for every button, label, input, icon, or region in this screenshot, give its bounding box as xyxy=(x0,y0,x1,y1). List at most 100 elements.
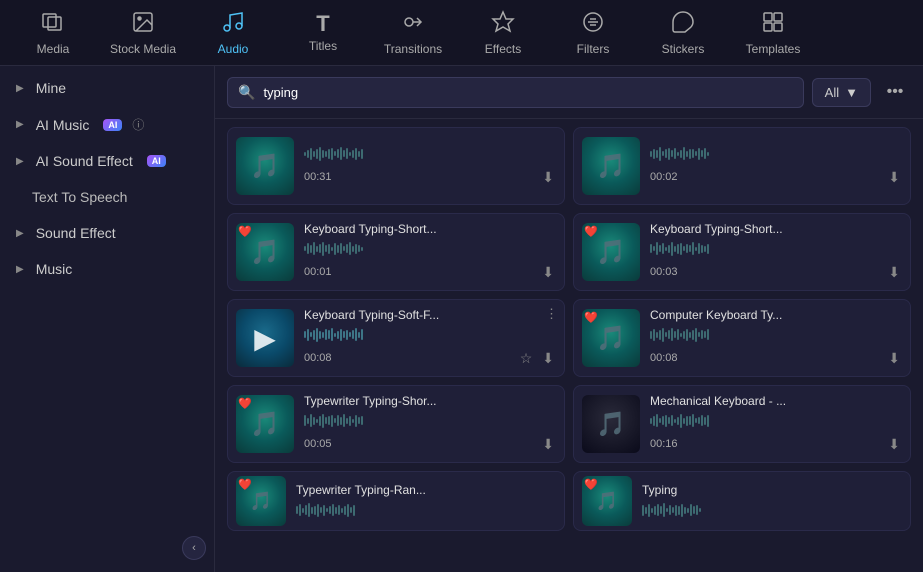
card5-star-btn[interactable]: ☆ xyxy=(518,348,535,369)
card4-music-icon: 🎵 xyxy=(596,238,626,267)
audio-card-3[interactable]: 🎵 ❤️ Keyboard Typing-Short... 00:01 ⬇ xyxy=(227,213,565,291)
sidebar-collapse-btn[interactable]: ‹ xyxy=(182,536,206,560)
nav-media[interactable]: Media xyxy=(8,0,98,66)
card3-duration: 00:01 xyxy=(304,266,332,278)
nav-filters[interactable]: Filters xyxy=(548,0,638,66)
stock-media-icon xyxy=(131,10,155,38)
card10-thumbnail: 🎵 ❤️ xyxy=(582,476,632,526)
sidebar-item-sound-effect[interactable]: ▶ Sound Effect xyxy=(0,215,214,251)
card3-fav-icon: ❤️ xyxy=(238,225,252,238)
nav-effects[interactable]: Effects xyxy=(458,0,548,66)
card7-actions: ⬇ xyxy=(540,434,556,455)
sound-effect-arrow-icon: ▶ xyxy=(16,228,24,239)
card8-thumbnail: 🎵 xyxy=(582,395,640,453)
card6-actions: ⬇ xyxy=(886,348,902,369)
card2-download-btn[interactable]: ⬇ xyxy=(886,167,902,188)
card10-info: Typing xyxy=(642,483,902,519)
sidebar-item-ai-music[interactable]: ▶ AI Music AI ⓘ xyxy=(0,106,214,143)
card8-download-btn[interactable]: ⬇ xyxy=(886,434,902,455)
card8-info: Mechanical Keyboard - ... 00:16 ⬇ xyxy=(650,394,902,455)
audio-card-2[interactable]: 🎵 00:02 ⬇ xyxy=(573,127,911,205)
titles-icon: T xyxy=(316,13,329,35)
card6-duration: 00:08 xyxy=(650,352,678,364)
card5-info: Keyboard Typing-Soft-F... 00:08 ☆ ⬇ xyxy=(304,308,556,369)
card3-title: Keyboard Typing-Short... xyxy=(304,222,556,236)
card6-music-icon: 🎵 xyxy=(596,324,626,353)
card2-footer: 00:02 ⬇ xyxy=(650,167,902,188)
sidebar: ▶ Mine ▶ AI Music AI ⓘ ▶ AI Sound Effect… xyxy=(0,66,215,572)
card8-title: Mechanical Keyboard - ... xyxy=(650,394,902,408)
sidebar-item-mine[interactable]: ▶ Mine xyxy=(0,70,214,106)
card4-title: Keyboard Typing-Short... xyxy=(650,222,902,236)
sidebar-sound-effect-label: Sound Effect xyxy=(36,225,116,241)
more-options-btn[interactable]: ••• xyxy=(879,76,911,108)
nav-stickers-label: Stickers xyxy=(662,42,705,56)
card9-fav-icon: ❤️ xyxy=(238,478,252,491)
filter-btn[interactable]: All ▼ xyxy=(812,78,871,107)
ai-sound-badge: AI xyxy=(147,155,166,167)
card1-actions: ⬇ xyxy=(540,167,556,188)
card3-download-btn[interactable]: ⬇ xyxy=(540,262,556,283)
nav-audio[interactable]: Audio xyxy=(188,0,278,66)
nav-stock-media-label: Stock Media xyxy=(110,42,176,56)
card3-waveform xyxy=(304,240,556,258)
nav-templates[interactable]: Templates xyxy=(728,0,818,66)
audio-card-6[interactable]: 🎵 ❤️ Computer Keyboard Ty... 00:08 ⬇ xyxy=(573,299,911,377)
card7-info: Typewriter Typing-Shor... 00:05 ⬇ xyxy=(304,394,556,455)
card9-thumbnail: 🎵 ❤️ xyxy=(236,476,286,526)
nav-audio-label: Audio xyxy=(218,42,249,56)
card1-download-btn[interactable]: ⬇ xyxy=(540,167,556,188)
audio-card-4[interactable]: 🎵 ❤️ Keyboard Typing-Short... 00:03 ⬇ xyxy=(573,213,911,291)
card4-info: Keyboard Typing-Short... 00:03 ⬇ xyxy=(650,222,902,283)
card9-info: Typewriter Typing-Ran... xyxy=(296,483,556,519)
audio-card-1[interactable]: 🎵 00:31 ⬇ xyxy=(227,127,565,205)
audio-card-5[interactable]: ▶ Keyboard Typing-Soft-F... 00:08 ☆ ⬇ xyxy=(227,299,565,377)
main-area: ▶ Mine ▶ AI Music AI ⓘ ▶ AI Sound Effect… xyxy=(0,66,923,572)
card6-download-btn[interactable]: ⬇ xyxy=(886,348,902,369)
card5-waveform xyxy=(304,326,556,344)
audio-card-9[interactable]: 🎵 ❤️ Typewriter Typing-Ran... xyxy=(227,471,565,531)
card3-footer: 00:01 ⬇ xyxy=(304,262,556,283)
card3-thumbnail: 🎵 ❤️ xyxy=(236,223,294,281)
nav-stickers[interactable]: Stickers xyxy=(638,0,728,66)
card1-footer: 00:31 ⬇ xyxy=(304,167,556,188)
card1-waveform xyxy=(304,145,556,163)
card5-download-btn[interactable]: ⬇ xyxy=(540,348,556,369)
card3-music-icon: 🎵 xyxy=(250,238,280,267)
card10-music-icon: 🎵 xyxy=(596,491,618,512)
card5-more-btn[interactable]: ⋮ xyxy=(545,306,558,322)
nav-titles-label: Titles xyxy=(309,39,337,53)
nav-stock-media[interactable]: Stock Media xyxy=(98,0,188,66)
audio-card-8[interactable]: 🎵 Mechanical Keyboard - ... 00:16 ⬇ xyxy=(573,385,911,463)
card3-info: Keyboard Typing-Short... 00:01 ⬇ xyxy=(304,222,556,283)
nav-transitions[interactable]: Transitions xyxy=(368,0,458,66)
effects-icon xyxy=(491,10,515,38)
sidebar-item-music[interactable]: ▶ Music xyxy=(0,251,214,287)
card2-actions: ⬇ xyxy=(886,167,902,188)
audio-icon xyxy=(221,10,245,38)
nav-titles[interactable]: T Titles xyxy=(278,0,368,66)
card1-thumbnail: 🎵 xyxy=(236,137,294,195)
card2-music-icon: 🎵 xyxy=(596,152,626,181)
audio-card-10[interactable]: 🎵 ❤️ Typing xyxy=(573,471,911,531)
search-container: 🔍 xyxy=(227,77,804,108)
card4-fav-icon: ❤️ xyxy=(584,225,598,238)
sidebar-item-text-to-speech[interactable]: Text To Speech xyxy=(0,179,214,215)
ai-music-info-icon[interactable]: ⓘ xyxy=(132,116,144,133)
card4-download-btn[interactable]: ⬇ xyxy=(886,262,902,283)
card8-music-icon: 🎵 xyxy=(596,410,626,439)
card9-title: Typewriter Typing-Ran... xyxy=(296,483,556,497)
search-bar: 🔍 All ▼ ••• xyxy=(215,66,923,119)
music-arrow-icon: ▶ xyxy=(16,264,24,275)
card5-duration: 00:08 xyxy=(304,352,332,364)
sidebar-item-ai-sound-effect[interactable]: ▶ AI Sound Effect AI xyxy=(0,143,214,179)
card2-thumbnail: 🎵 xyxy=(582,137,640,195)
audio-card-7[interactable]: 🎵 ❤️ Typewriter Typing-Shor... 00:05 ⬇ xyxy=(227,385,565,463)
sidebar-tts-label: Text To Speech xyxy=(32,189,127,205)
filter-arrow-icon: ▼ xyxy=(845,85,858,100)
card3-actions: ⬇ xyxy=(540,262,556,283)
search-input[interactable] xyxy=(263,85,792,100)
card8-actions: ⬇ xyxy=(886,434,902,455)
card7-download-btn[interactable]: ⬇ xyxy=(540,434,556,455)
media-icon xyxy=(41,10,65,38)
